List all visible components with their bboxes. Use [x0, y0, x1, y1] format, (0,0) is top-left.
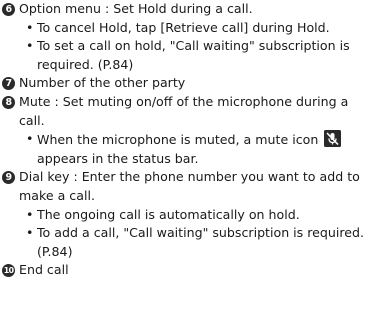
bullet-marker: •	[26, 206, 34, 222]
sub-bullet-item: • The ongoing call is automatically on h…	[26, 206, 373, 225]
bullet-marker: •	[26, 19, 34, 35]
sub-bullet-list: • To cancel Hold, tap [Retrieve call] du…	[0, 19, 381, 75]
sub-bullet-text: To add a call, "Call waiting" subscripti…	[37, 225, 365, 259]
sub-bullet-item: • To set a call on hold, "Call waiting" …	[26, 37, 373, 74]
sub-bullet-text: To cancel Hold, tap [Retrieve call] duri…	[37, 19, 330, 35]
bullet-marker: •	[26, 38, 34, 54]
bullet-marker: •	[26, 131, 34, 147]
sub-bullet-list: • The ongoing call is automatically on h…	[0, 206, 381, 262]
sub-bullet-item: • When the microphone is muted, a mute i…	[26, 130, 373, 168]
sub-bullet-text: appears in the status bar.	[37, 150, 199, 166]
item-text: Dial key : Enter the phone number you wa…	[19, 169, 360, 203]
sub-bullet-text: To set a call on hold, "Call waiting" su…	[37, 38, 350, 72]
item-number-badge: 7	[2, 77, 15, 91]
sub-bullet-text: When the microphone is muted, a mute ico…	[37, 132, 319, 148]
item-number-badge: 9	[2, 171, 15, 185]
sub-bullet-list: • When the microphone is muted, a mute i…	[0, 130, 381, 168]
list-item-10: 10 End call	[0, 261, 381, 280]
sub-bullet-item: • To add a call, "Call waiting" subscrip…	[26, 224, 373, 261]
item-number-badge: 8	[2, 95, 15, 109]
item-text: End call	[19, 262, 69, 278]
item-number-badge: 6	[2, 3, 15, 16]
sub-bullet-item: • To cancel Hold, tap [Retrieve call] du…	[26, 19, 373, 38]
item-text: Option menu : Set Hold during a call.	[19, 1, 253, 16]
sub-bullet-text: The ongoing call is automatically on hol…	[37, 206, 300, 222]
list-item-6: 6 Option menu : Set Hold during a call.	[0, 0, 381, 19]
manual-page: 6 Option menu : Set Hold during a call. …	[0, 0, 381, 319]
list-item-9: 9 Dial key : Enter the phone number you …	[0, 168, 381, 205]
item-text: Number of the other party	[19, 75, 186, 91]
item-number-badge: 10	[2, 264, 15, 278]
list-item-7: 7 Number of the other party	[0, 74, 381, 93]
bullet-marker: •	[26, 225, 34, 241]
item-text: Mute : Set muting on/off of the micropho…	[19, 93, 349, 128]
list-item-8: 8 Mute : Set muting on/off of the microp…	[0, 93, 381, 130]
mute-microphone-icon	[324, 130, 342, 148]
